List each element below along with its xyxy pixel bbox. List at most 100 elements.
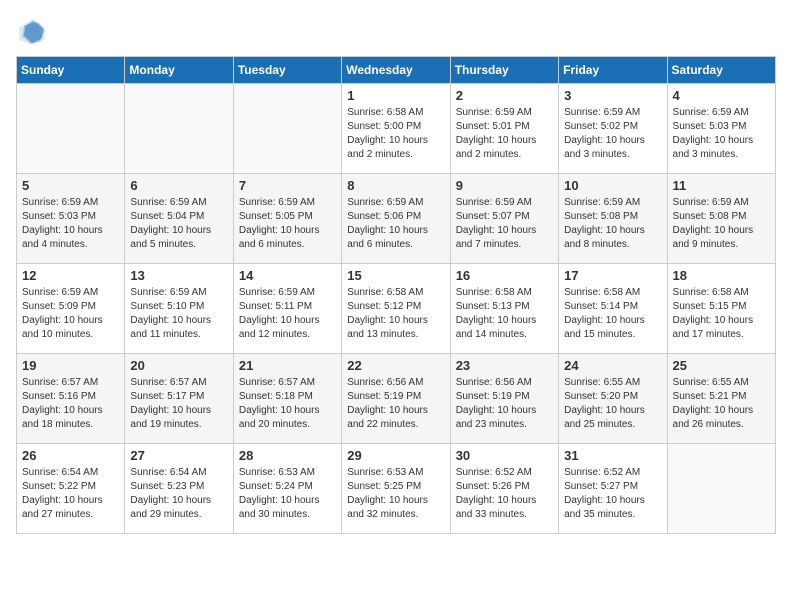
day-info: Sunrise: 6:59 AM Sunset: 5:07 PM Dayligh…: [456, 196, 553, 252]
day-info: Sunrise: 6:57 AM Sunset: 5:18 PM Dayligh…: [239, 376, 336, 432]
day-number: 30: [456, 448, 553, 463]
calendar-cell: 11Sunrise: 6:59 AM Sunset: 5:08 PM Dayli…: [667, 174, 775, 264]
day-number: 31: [564, 448, 661, 463]
calendar-cell: 6Sunrise: 6:59 AM Sunset: 5:04 PM Daylig…: [125, 174, 233, 264]
logo-icon: [16, 16, 48, 48]
calendar-cell: 27 Sunrise: 6:54 AM Sunset: 5:23 PM Dayli…: [125, 444, 233, 534]
day-number: 27: [130, 448, 227, 463]
calendar-header: SundayMondayTuesdayWednesdayThursdayFrid…: [17, 57, 776, 84]
day-info: Sunrise: 6:55 AM Sunset: 5:21 PM Dayligh…: [673, 376, 770, 432]
header-cell-monday: Monday: [125, 57, 233, 84]
day-number: 4: [673, 88, 770, 103]
day-number: 19: [22, 358, 119, 373]
day-number: 13: [130, 268, 227, 283]
day-info: Sunrise: 6:59 AM Sunset: 5:01 PM Dayligh…: [456, 106, 553, 162]
day-info: Sunrise: 6:58 AM Sunset: 5:00 PM Dayligh…: [347, 106, 444, 162]
header-cell-sunday: Sunday: [17, 57, 125, 84]
day-info: Sunrise: 6:59 AM Sunset: 5:11 PM Dayligh…: [239, 286, 336, 342]
day-info: Sunrise: 6:58 AM Sunset: 5:13 PM Dayligh…: [456, 286, 553, 342]
day-info: Sunrise: 6:59 AM Sunset: 5:02 PM Dayligh…: [564, 106, 661, 162]
calendar-cell: 23Sunrise: 6:56 AM Sunset: 5:19 PM Dayli…: [450, 354, 558, 444]
calendar-cell: 29Sunrise: 6:53 AM Sunset: 5:25 PM Dayli…: [342, 444, 450, 534]
calendar-cell: 9 Sunrise: 6:59 AM Sunset: 5:07 PM Daylig…: [450, 174, 558, 264]
day-number: 5: [22, 178, 119, 193]
week-row-1: 1 Sunrise: 6:58 AM Sunset: 5:00 PM Daylig…: [17, 84, 776, 174]
week-row-4: 19 Sunrise: 6:57 AM Sunset: 5:16 PM Dayli…: [17, 354, 776, 444]
calendar-cell: 2 Sunrise: 6:59 AM Sunset: 5:01 PM Daylig…: [450, 84, 558, 174]
day-info: Sunrise: 6:57 AM Sunset: 5:16 PM Dayligh…: [22, 376, 119, 432]
calendar-cell: 30Sunrise: 6:52 AM Sunset: 5:26 PM Dayli…: [450, 444, 558, 534]
day-number: 17: [564, 268, 661, 283]
day-number: 28: [239, 448, 336, 463]
day-info: Sunrise: 6:58 AM Sunset: 5:15 PM Dayligh…: [673, 286, 770, 342]
day-number: 14: [239, 268, 336, 283]
calendar-cell: 15 Sunrise: 6:58 AM Sunset: 5:12 PM Dayli…: [342, 264, 450, 354]
calendar-cell: [667, 444, 775, 534]
day-number: 7: [239, 178, 336, 193]
calendar-cell: 5 Sunrise: 6:59 AM Sunset: 5:03 PM Daylig…: [17, 174, 125, 264]
day-number: 26: [22, 448, 119, 463]
calendar-cell: [125, 84, 233, 174]
day-number: 22: [347, 358, 444, 373]
day-info: Sunrise: 6:59 AM Sunset: 5:09 PM Dayligh…: [22, 286, 119, 342]
calendar-cell: 22 Sunrise: 6:56 AM Sunset: 5:19 PM Dayli…: [342, 354, 450, 444]
day-number: 1: [347, 88, 444, 103]
week-row-5: 26 Sunrise: 6:54 AM Sunset: 5:22 PM Dayli…: [17, 444, 776, 534]
calendar-body: 1 Sunrise: 6:58 AM Sunset: 5:00 PM Daylig…: [17, 84, 776, 534]
calendar-cell: 13 Sunrise: 6:59 AM Sunset: 5:10 PM Dayli…: [125, 264, 233, 354]
header-row: SundayMondayTuesdayWednesdayThursdayFrid…: [17, 57, 776, 84]
calendar-cell: 16 Sunrise: 6:58 AM Sunset: 5:13 PM Dayli…: [450, 264, 558, 354]
day-info: Sunrise: 6:57 AM Sunset: 5:17 PM Dayligh…: [130, 376, 227, 432]
calendar-cell: 24 Sunrise: 6:55 AM Sunset: 5:20 PM Dayli…: [559, 354, 667, 444]
day-info: Sunrise: 6:59 AM Sunset: 5:04 PM Dayligh…: [130, 196, 227, 252]
calendar-cell: 3 Sunrise: 6:59 AM Sunset: 5:02 PM Daylig…: [559, 84, 667, 174]
week-row-2: 5 Sunrise: 6:59 AM Sunset: 5:03 PM Daylig…: [17, 174, 776, 264]
calendar-cell: [17, 84, 125, 174]
header-cell-thursday: Thursday: [450, 57, 558, 84]
day-info: Sunrise: 6:58 AM Sunset: 5:14 PM Dayligh…: [564, 286, 661, 342]
calendar-cell: 10Sunrise: 6:59 AM Sunset: 5:08 PM Dayli…: [559, 174, 667, 264]
day-info: Sunrise: 6:55 AM Sunset: 5:20 PM Dayligh…: [564, 376, 661, 432]
logo: [16, 16, 52, 48]
calendar-cell: 7Sunrise: 6:59 AM Sunset: 5:05 PM Daylig…: [233, 174, 341, 264]
day-number: 16: [456, 268, 553, 283]
day-info: Sunrise: 6:53 AM Sunset: 5:24 PM Dayligh…: [239, 466, 336, 522]
calendar-cell: 28 Sunrise: 6:53 AM Sunset: 5:24 PM Dayli…: [233, 444, 341, 534]
day-info: Sunrise: 6:52 AM Sunset: 5:27 PM Dayligh…: [564, 466, 661, 522]
day-info: Sunrise: 6:54 AM Sunset: 5:23 PM Dayligh…: [130, 466, 227, 522]
day-number: 18: [673, 268, 770, 283]
day-number: 3: [564, 88, 661, 103]
calendar-cell: 20 Sunrise: 6:57 AM Sunset: 5:17 PM Dayli…: [125, 354, 233, 444]
day-number: 2: [456, 88, 553, 103]
day-number: 12: [22, 268, 119, 283]
header-cell-tuesday: Tuesday: [233, 57, 341, 84]
day-number: 15: [347, 268, 444, 283]
day-info: Sunrise: 6:59 AM Sunset: 5:10 PM Dayligh…: [130, 286, 227, 342]
day-number: 21: [239, 358, 336, 373]
calendar-cell: 17 Sunrise: 6:58 AM Sunset: 5:14 PM Dayli…: [559, 264, 667, 354]
day-number: 9: [456, 178, 553, 193]
day-number: 20: [130, 358, 227, 373]
calendar-cell: 25 Sunrise: 6:55 AM Sunset: 5:21 PM Dayli…: [667, 354, 775, 444]
calendar-cell: 12 Sunrise: 6:59 AM Sunset: 5:09 PM Dayli…: [17, 264, 125, 354]
calendar-cell: 8Sunrise: 6:59 AM Sunset: 5:06 PM Daylig…: [342, 174, 450, 264]
day-number: 25: [673, 358, 770, 373]
day-info: Sunrise: 6:59 AM Sunset: 5:06 PM Dayligh…: [347, 196, 444, 252]
day-info: Sunrise: 6:59 AM Sunset: 5:03 PM Dayligh…: [22, 196, 119, 252]
page-header: [16, 16, 776, 48]
day-number: 10: [564, 178, 661, 193]
day-number: 24: [564, 358, 661, 373]
calendar-cell: [233, 84, 341, 174]
calendar-table: SundayMondayTuesdayWednesdayThursdayFrid…: [16, 56, 776, 534]
calendar-cell: 4 Sunrise: 6:59 AM Sunset: 5:03 PM Daylig…: [667, 84, 775, 174]
day-info: Sunrise: 6:59 AM Sunset: 5:08 PM Dayligh…: [673, 196, 770, 252]
header-cell-wednesday: Wednesday: [342, 57, 450, 84]
day-info: Sunrise: 6:58 AM Sunset: 5:12 PM Dayligh…: [347, 286, 444, 342]
day-info: Sunrise: 6:54 AM Sunset: 5:22 PM Dayligh…: [22, 466, 119, 522]
day-info: Sunrise: 6:59 AM Sunset: 5:03 PM Dayligh…: [673, 106, 770, 162]
day-number: 23: [456, 358, 553, 373]
calendar-cell: 19 Sunrise: 6:57 AM Sunset: 5:16 PM Dayli…: [17, 354, 125, 444]
day-info: Sunrise: 6:56 AM Sunset: 5:19 PM Dayligh…: [347, 376, 444, 432]
calendar-cell: 31 Sunrise: 6:52 AM Sunset: 5:27 PM Dayli…: [559, 444, 667, 534]
header-cell-saturday: Saturday: [667, 57, 775, 84]
